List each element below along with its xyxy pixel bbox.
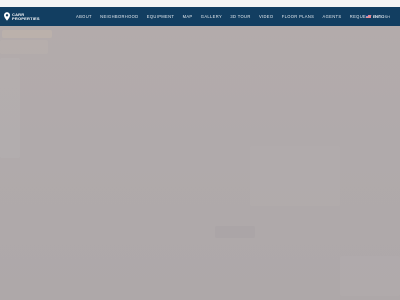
nav-menu: ABOUT NEIGHBORHOOD EQUIPMENT MAP GALLERY…: [76, 7, 393, 26]
hero-texture: [340, 256, 400, 296]
nav-item-about[interactable]: ABOUT: [76, 14, 92, 19]
nav-item-floor-plans[interactable]: FLOOR PLANS: [282, 14, 315, 19]
nav-item-agents[interactable]: AGENTS: [323, 14, 342, 19]
hero-image-overlay: [0, 26, 400, 300]
brand-logo[interactable]: CARR PROPERTIES: [4, 12, 74, 21]
hero-texture: [250, 146, 340, 206]
nav-item-neighborhood[interactable]: NEIGHBORHOOD: [100, 14, 138, 19]
logo-text: CARR PROPERTIES: [12, 12, 40, 21]
hero-texture: [215, 226, 255, 238]
hero-texture: [0, 58, 20, 158]
nav-item-equipment[interactable]: EQUIPMENT: [147, 14, 175, 19]
map-pin-icon: [4, 12, 10, 21]
nav-item-map[interactable]: MAP: [183, 14, 193, 19]
hero-texture: [2, 30, 52, 38]
hero-texture: [0, 40, 48, 54]
page: CARR PROPERTIES ABOUT NEIGHBORHOOD EQUIP…: [0, 0, 400, 300]
language-label: ENGLISH: [372, 14, 390, 19]
us-flag-icon: [366, 15, 372, 18]
site-navbar: CARR PROPERTIES ABOUT NEIGHBORHOOD EQUIP…: [0, 7, 400, 26]
logo-line-2: PROPERTIES: [12, 15, 40, 21]
nav-item-3d-tour[interactable]: 3D TOUR: [230, 14, 250, 19]
nav-item-video[interactable]: VIDEO: [259, 14, 274, 19]
language-selector[interactable]: ENGLISH: [366, 7, 390, 26]
nav-item-gallery[interactable]: GALLERY: [201, 14, 222, 19]
